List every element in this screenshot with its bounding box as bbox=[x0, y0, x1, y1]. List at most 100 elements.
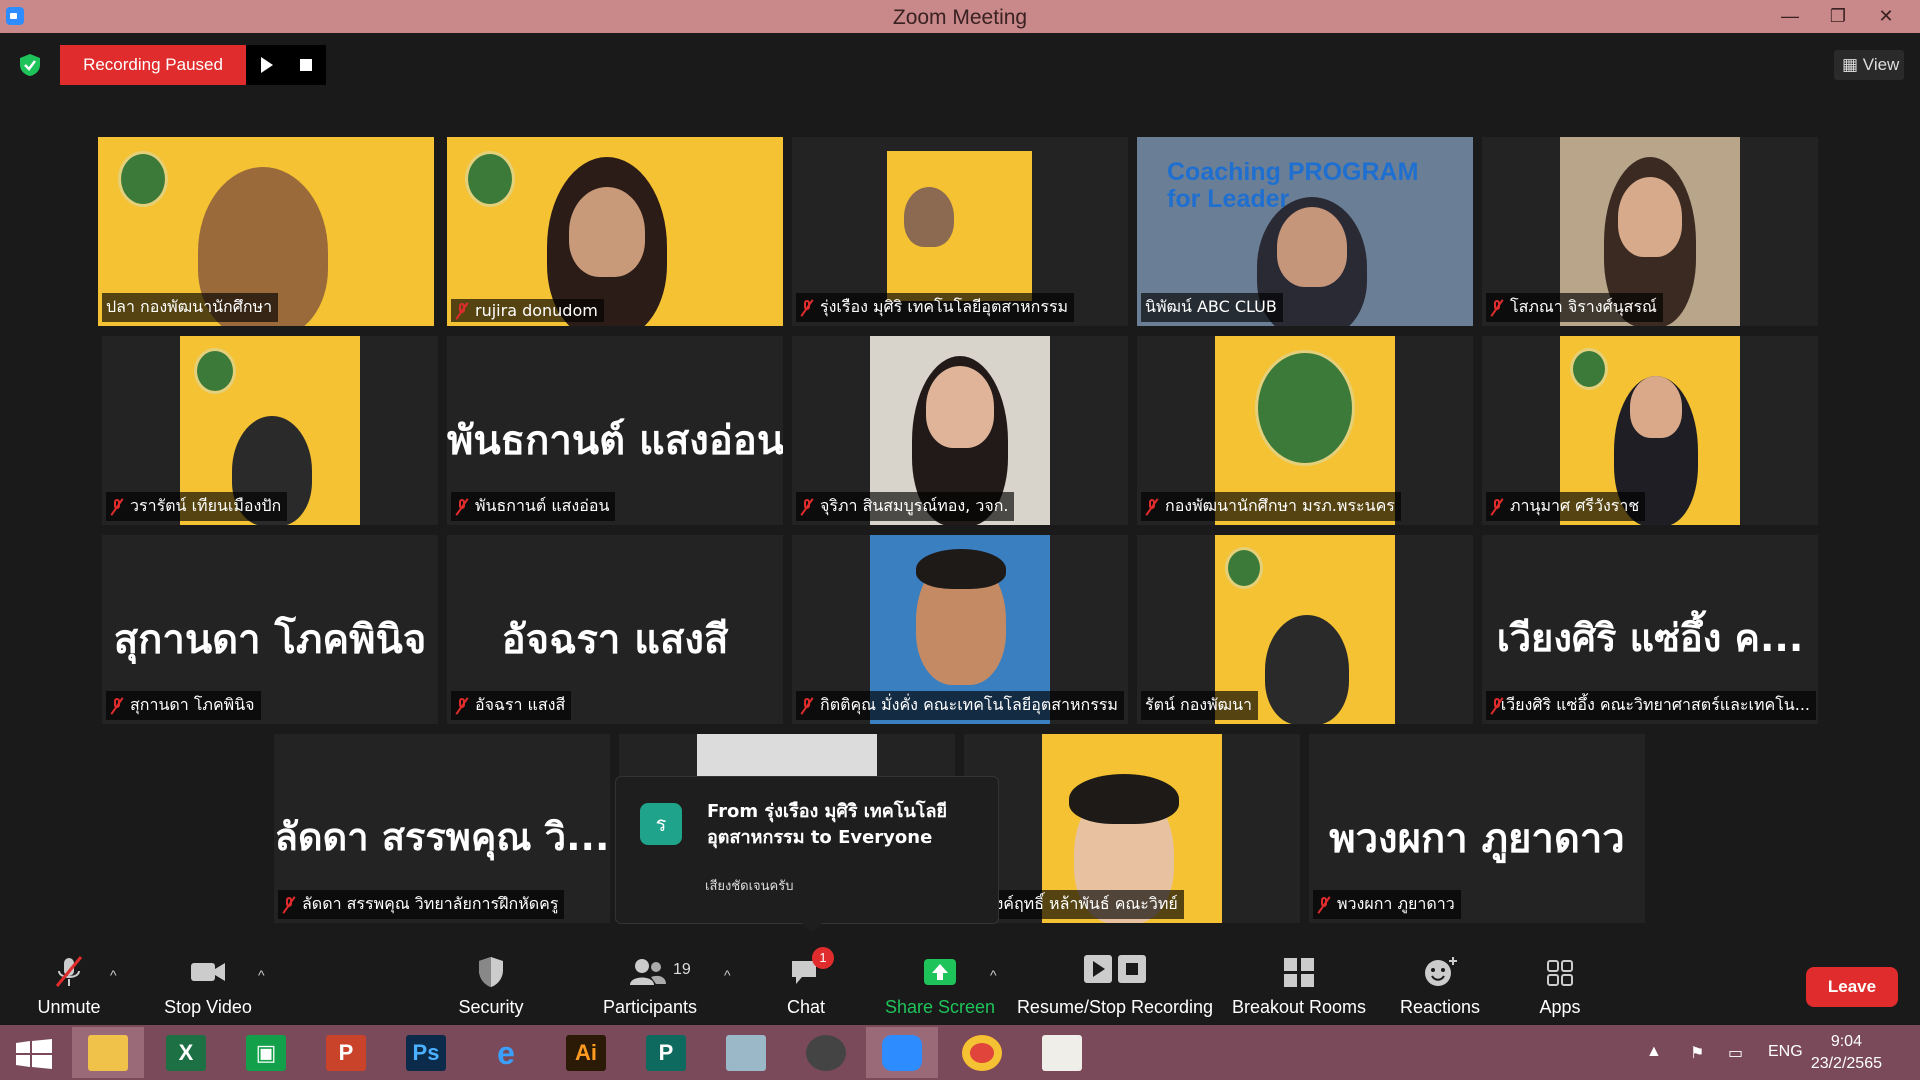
participant-name: พันธกานต์ แสงอ่อน bbox=[451, 492, 616, 521]
taskbar-illustrator[interactable]: Ai bbox=[550, 1027, 622, 1078]
video-tile[interactable]: ลัดดา สรรพคุณ วิ... ลัดดา สรรพคุณ วิทยาล… bbox=[274, 734, 610, 923]
participant-display-name: ลัดดา สรรพคุณ วิ... bbox=[274, 815, 610, 859]
breakout-rooms-label: Breakout Rooms bbox=[1231, 997, 1367, 1017]
taskbar-internet-explorer[interactable]: e bbox=[470, 1027, 542, 1078]
taskbar-store[interactable]: ▣ bbox=[230, 1027, 302, 1078]
video-tile[interactable]: พวงผกา ภูยาดาว พวงผกา ภูยาดาว bbox=[1309, 734, 1645, 923]
security-label: Security bbox=[458, 997, 524, 1017]
video-tile[interactable]: กิตติคุณ มั่งคั่ง คณะเทคโนโลยีอุตสาหกรรม bbox=[792, 535, 1128, 724]
popup-pointer bbox=[802, 923, 822, 933]
share-options-caret-icon[interactable]: ^ bbox=[990, 967, 997, 983]
breakout-rooms-button[interactable]: Breakout Rooms bbox=[1228, 945, 1370, 1025]
video-tile[interactable]: อัจฉรา แสงสี อัจฉรา แสงสี bbox=[447, 535, 783, 724]
taskbar-publisher[interactable]: P bbox=[630, 1027, 702, 1078]
participant-display-name: พันธกานต์ แสงอ่อน bbox=[447, 418, 783, 464]
participants-label: Participants bbox=[602, 997, 698, 1017]
video-tile[interactable]: ภานุมาศ ศรีวังราช bbox=[1482, 336, 1818, 525]
resume-stop-recording-button[interactable]: Resume/Stop Recording bbox=[1015, 945, 1215, 1025]
share-screen-button[interactable]: Share Screen bbox=[884, 945, 996, 1025]
window-titlebar: Zoom Meeting — ❐ ✕ bbox=[0, 0, 1920, 33]
input-language[interactable]: ENG bbox=[1768, 1043, 1803, 1061]
taskbar-notes[interactable] bbox=[710, 1027, 782, 1078]
mic-muted-icon bbox=[1490, 299, 1504, 317]
taskbar-clock[interactable]: 9:04 23/2/2565 bbox=[1811, 1031, 1882, 1075]
paint-icon bbox=[1042, 1035, 1082, 1071]
restore-button[interactable]: ❐ bbox=[1818, 4, 1858, 28]
recording-controls-icon bbox=[1084, 955, 1146, 983]
taskbar-excel[interactable]: X bbox=[150, 1027, 222, 1078]
video-tile[interactable]: รุ่งเรือง มุศิริ เทคโนโลยีอุตสาหกรรม bbox=[792, 137, 1128, 326]
university-logo bbox=[1225, 547, 1263, 589]
participants-caret-icon[interactable]: ^ bbox=[724, 967, 731, 983]
video-tile[interactable]: กองพัฒนานักศึกษา มรภ.พระนคร bbox=[1137, 336, 1473, 525]
video-tile[interactable]: ณรงค์ฤทธิ์ หล้าพันธ์ คณะวิทย์ bbox=[964, 734, 1300, 923]
participant-face bbox=[569, 187, 645, 277]
action-center-flag-icon[interactable]: ⚑ bbox=[1690, 1043, 1704, 1063]
video-tile[interactable]: รัตน์ กองพัฒนา bbox=[1137, 535, 1473, 724]
video-tile[interactable]: วรารัตน์ เทียนเมืองปัก bbox=[102, 336, 438, 525]
video-tile[interactable]: เวียงศิริ แซ่อึ้ง ค... เวียงศิริ แซ่อึ้ง… bbox=[1482, 535, 1818, 724]
chat-button[interactable]: 1 Chat bbox=[776, 945, 836, 1025]
show-hidden-icons-icon[interactable]: ▲ bbox=[1646, 1043, 1662, 1061]
chat-notification-popup[interactable]: ร From รุ่งเรือง มุศิริ เทคโนโลยีอุตสาหก… bbox=[615, 776, 999, 933]
video-tile[interactable]: Coaching PROGRAM for Leader นิพัฒน์ ABC … bbox=[1137, 137, 1473, 326]
participant-name: เวียงศิริ แซ่อึ้ง คณะวิทยาศาสตร์และเทคโน… bbox=[1486, 691, 1816, 720]
stop-video-button[interactable]: Stop Video bbox=[158, 945, 258, 1025]
taskbar-photoshop[interactable]: Ps bbox=[390, 1027, 462, 1078]
network-icon[interactable]: ▭ bbox=[1728, 1043, 1743, 1063]
close-button[interactable]: ✕ bbox=[1866, 4, 1906, 28]
participant-display-name: อัจฉรา แสงสี bbox=[501, 617, 729, 663]
play-icon bbox=[261, 57, 273, 73]
video-tile[interactable]: สุกานดา โภคพินิจ สุกานดา โภคพินิจ bbox=[102, 535, 438, 724]
mic-muted-icon bbox=[55, 956, 83, 987]
video-tile[interactable]: rujira donudom bbox=[447, 137, 783, 326]
view-label: View bbox=[1862, 55, 1900, 74]
encryption-shield-icon[interactable] bbox=[18, 53, 42, 77]
view-button[interactable]: ▦ View bbox=[1834, 50, 1904, 80]
publisher-icon: P bbox=[646, 1035, 686, 1071]
taskbar-paint[interactable] bbox=[1026, 1027, 1098, 1078]
mic-muted-icon bbox=[282, 896, 296, 914]
video-options-caret-icon[interactable]: ^ bbox=[258, 967, 265, 983]
video-tile[interactable]: จุริภา สินสมบูรณ์ทอง, วจก. bbox=[792, 336, 1128, 525]
security-button[interactable]: Security bbox=[445, 945, 537, 1025]
taskbar-powerpoint[interactable]: P bbox=[310, 1027, 382, 1078]
stop-video-label: Stop Video bbox=[164, 997, 252, 1017]
mic-muted-icon bbox=[1490, 697, 1500, 715]
windows-logo-icon bbox=[16, 1039, 52, 1069]
university-logo bbox=[1255, 350, 1355, 466]
university-logo bbox=[194, 348, 236, 394]
taskbar-zoom[interactable] bbox=[866, 1027, 938, 1078]
windows-start-button[interactable] bbox=[0, 1027, 72, 1078]
university-logo bbox=[118, 151, 168, 207]
leave-button[interactable]: Leave bbox=[1806, 967, 1898, 1007]
resume-recording-button[interactable] bbox=[246, 45, 286, 85]
apps-button[interactable]: Apps bbox=[1520, 945, 1600, 1025]
participant-video bbox=[904, 187, 954, 247]
shield-icon bbox=[479, 957, 503, 987]
taskbar-file-explorer[interactable] bbox=[72, 1027, 144, 1078]
share-screen-label: Share Screen bbox=[884, 997, 996, 1017]
taskbar-photoscape[interactable] bbox=[790, 1027, 862, 1078]
video-tile[interactable]: พันธกานต์ แสงอ่อน พันธกานต์ แสงอ่อน bbox=[447, 336, 783, 525]
grid-icon: ▦ bbox=[1842, 55, 1863, 74]
video-tile[interactable]: ปลา กองพัฒนานักศึกษา bbox=[98, 137, 434, 326]
stop-recording-button[interactable] bbox=[286, 45, 326, 85]
apps-label: Apps bbox=[1539, 997, 1581, 1017]
powerpoint-icon: P bbox=[326, 1035, 366, 1071]
participant-display-name: สุกานดา โภคพินิจ bbox=[113, 617, 427, 663]
video-camera-icon bbox=[191, 963, 225, 981]
participant-video bbox=[1265, 615, 1349, 724]
audio-options-caret-icon[interactable]: ^ bbox=[110, 967, 117, 983]
video-tile[interactable]: โสภณา จิรางศ์นุสรณ์ bbox=[1482, 137, 1818, 326]
window-title: Zoom Meeting bbox=[892, 6, 1028, 29]
share-screen-icon bbox=[924, 959, 956, 985]
participant-name: rujira donudom bbox=[451, 299, 604, 322]
unmute-button[interactable]: Unmute bbox=[18, 945, 120, 1025]
minimize-button[interactable]: — bbox=[1770, 4, 1810, 28]
participant-face bbox=[1618, 177, 1682, 257]
reactions-button[interactable]: Reactions bbox=[1390, 945, 1490, 1025]
participants-button[interactable]: 19 Participants bbox=[595, 945, 705, 1025]
participant-name: ปลา กองพัฒนานักศึกษา bbox=[102, 293, 279, 322]
taskbar-chrome[interactable] bbox=[946, 1027, 1018, 1078]
